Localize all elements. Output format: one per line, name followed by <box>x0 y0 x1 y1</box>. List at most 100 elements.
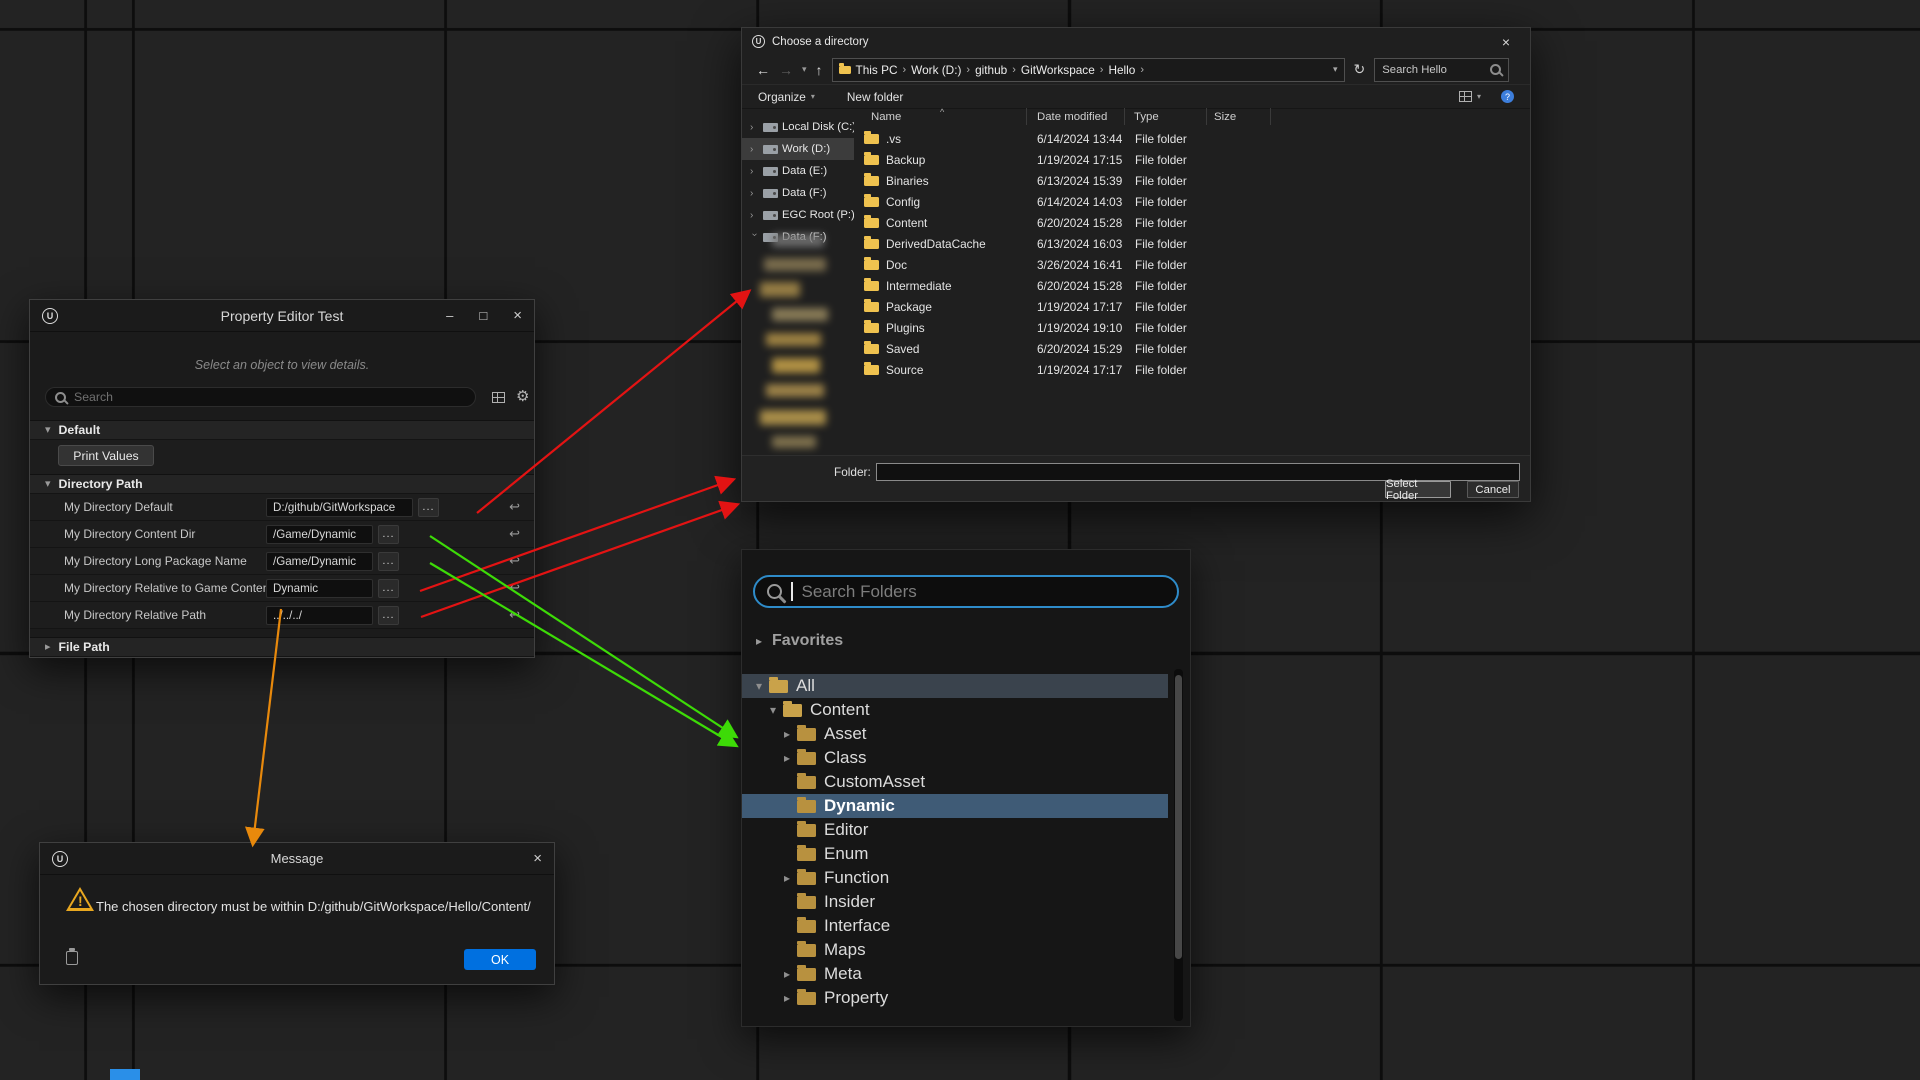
up-icon[interactable]: ↑ <box>816 62 823 78</box>
close-icon[interactable]: × <box>533 850 542 867</box>
collapsed-arrow-icon[interactable]: ▸ <box>756 635 762 647</box>
tree-item-maps[interactable]: Maps <box>742 938 1168 962</box>
favorites-section[interactable]: ▸ Favorites <box>756 632 843 650</box>
close-icon[interactable]: × <box>1492 34 1520 50</box>
browse-ellipsis-button[interactable]: ... <box>378 525 399 544</box>
select-folder-button[interactable]: Select Folder <box>1385 481 1451 498</box>
section-header-directory-path[interactable]: ▾ Directory Path <box>30 474 534 494</box>
collapsed-arrow-icon[interactable]: ▸ <box>780 968 794 980</box>
tree-item-editor[interactable]: Editor <box>742 818 1168 842</box>
sidebar-item-local-disk-c[interactable]: › Local Disk (C:) <box>742 116 854 138</box>
help-icon[interactable]: ? <box>1501 90 1514 103</box>
collapsed-arrow-icon[interactable]: ▸ <box>780 752 794 764</box>
view-mode-icon[interactable] <box>1459 91 1472 102</box>
file-row-plugins[interactable]: Plugins1/19/2024 19:10File folder <box>854 317 1526 338</box>
collapse-chevron-icon[interactable]: › <box>749 233 760 242</box>
value-field[interactable]: Dynamic <box>266 579 373 598</box>
tree-item-customasset[interactable]: CustomAsset <box>742 770 1168 794</box>
column-header-type[interactable]: Type <box>1125 108 1207 125</box>
minimize-icon[interactable]: – <box>446 308 453 323</box>
search-box[interactable]: Search Hello <box>1374 58 1509 82</box>
history-chevron-icon[interactable]: ▾ <box>802 64 807 75</box>
window-titlebar[interactable]: U Message × <box>40 843 554 875</box>
browse-ellipsis-button[interactable]: ... <box>378 579 399 598</box>
address-dropdown-icon[interactable]: ▾ <box>1333 64 1338 75</box>
copy-to-clipboard-icon[interactable] <box>66 951 78 965</box>
view-dropdown-icon[interactable]: ▾ <box>1477 93 1481 101</box>
expand-chevron-icon[interactable]: › <box>750 144 759 155</box>
back-icon[interactable]: ← <box>756 62 770 78</box>
tree-item-asset[interactable]: ▸ Asset <box>742 722 1168 746</box>
reset-to-default-icon[interactable]: ↩ <box>509 607 520 623</box>
breadcrumb-this-pc[interactable]: This PC <box>856 63 898 77</box>
value-field[interactable]: /Game/Dynamic <box>266 525 373 544</box>
settings-gear-icon[interactable]: ⚙ <box>516 387 529 405</box>
breadcrumb-github[interactable]: github <box>975 63 1007 77</box>
file-row-saved[interactable]: Saved6/20/2024 15:29File folder <box>854 338 1526 359</box>
address-bar[interactable]: This PC › Work (D:) › github › GitWorksp… <box>832 58 1345 82</box>
tree-item-dynamic[interactable]: Dynamic <box>742 794 1168 818</box>
forward-icon[interactable]: → <box>779 62 793 78</box>
collapsed-arrow-icon[interactable]: ▸ <box>780 728 794 740</box>
sidebar-item-data-f[interactable]: › Data (F:) <box>742 182 854 204</box>
tree-item-insider[interactable]: Insider <box>742 890 1168 914</box>
window-titlebar[interactable]: U Property Editor Test – □ × <box>30 300 534 332</box>
file-row-binaries[interactable]: Binaries6/13/2024 15:39File folder <box>854 170 1526 191</box>
refresh-icon[interactable]: ↻ <box>1354 61 1366 78</box>
reset-to-default-icon[interactable]: ↩ <box>509 553 520 569</box>
value-field[interactable]: ../../../ <box>266 606 373 625</box>
dialog-titlebar[interactable]: U Choose a directory × <box>742 28 1530 55</box>
section-header-default[interactable]: ▾ Default <box>30 420 534 440</box>
tree-item-class[interactable]: ▸ Class <box>742 746 1168 770</box>
reset-to-default-icon[interactable]: ↩ <box>509 580 520 596</box>
tree-item-function[interactable]: ▸ Function <box>742 866 1168 890</box>
organize-button[interactable]: Organize <box>758 90 806 104</box>
file-row-deriveddatacache[interactable]: DerivedDataCache6/13/2024 16:03File fold… <box>854 233 1526 254</box>
new-folder-button[interactable]: New folder <box>847 90 903 104</box>
scrollbar-thumb[interactable] <box>1175 675 1182 959</box>
value-field[interactable]: /Game/Dynamic <box>266 552 373 571</box>
file-row-package[interactable]: Package1/19/2024 17:17File folder <box>854 296 1526 317</box>
expand-chevron-icon[interactable]: › <box>750 210 759 221</box>
cancel-button[interactable]: Cancel <box>1467 481 1519 498</box>
breadcrumb-hello[interactable]: Hello <box>1108 63 1135 77</box>
expand-chevron-icon[interactable]: › <box>750 166 759 177</box>
search-input[interactable]: Search <box>45 387 476 407</box>
expanded-arrow-icon[interactable]: ▾ <box>766 704 780 716</box>
tree-item-content[interactable]: ▾ Content <box>742 698 1168 722</box>
sidebar-item-work-d[interactable]: › Work (D:) <box>742 138 854 160</box>
value-field[interactable]: D:/github/GitWorkspace <box>266 498 413 517</box>
collapsed-arrow-icon[interactable]: ▸ <box>780 872 794 884</box>
column-header-size[interactable]: Size <box>1207 108 1271 125</box>
browse-ellipsis-button[interactable]: ... <box>378 552 399 571</box>
file-row-source[interactable]: Source1/19/2024 17:17File folder <box>854 359 1526 380</box>
file-row-backup[interactable]: Backup1/19/2024 17:15File folder <box>854 149 1526 170</box>
reset-to-default-icon[interactable]: ↩ <box>509 499 520 515</box>
expanded-arrow-icon[interactable]: ▾ <box>752 680 766 692</box>
reset-to-default-icon[interactable]: ↩ <box>509 526 520 542</box>
expand-chevron-icon[interactable]: › <box>750 122 759 133</box>
scrollbar-track[interactable] <box>1174 669 1183 1021</box>
file-row-doc[interactable]: Doc3/26/2024 16:41File folder <box>854 254 1526 275</box>
sidebar-item-egc-root-p[interactable]: › EGC Root (P:) <box>742 204 854 226</box>
browse-ellipsis-button[interactable]: ... <box>378 606 399 625</box>
tree-item-enum[interactable]: Enum <box>742 842 1168 866</box>
file-row-content[interactable]: Content6/20/2024 15:28File folder <box>854 212 1526 233</box>
column-header-date[interactable]: Date modified <box>1027 108 1125 125</box>
sidebar-item-data-e[interactable]: › Data (E:) <box>742 160 854 182</box>
column-header-name[interactable]: Name ^ <box>854 108 1027 125</box>
ok-button[interactable]: OK <box>464 949 536 970</box>
breadcrumb-work-d[interactable]: Work (D:) <box>911 63 961 77</box>
search-folders-input[interactable]: Search Folders <box>753 575 1179 608</box>
file-row-vs[interactable]: .vs6/14/2024 13:44File folder <box>854 128 1526 149</box>
expand-chevron-icon[interactable]: › <box>750 188 759 199</box>
maximize-icon[interactable]: □ <box>479 308 487 323</box>
tree-item-interface[interactable]: Interface <box>742 914 1168 938</box>
tree-item-all[interactable]: ▾ All <box>742 674 1168 698</box>
tree-item-property[interactable]: ▸ Property <box>742 986 1168 1010</box>
breadcrumb-gitworkspace[interactable]: GitWorkspace <box>1021 63 1095 77</box>
browse-ellipsis-button[interactable]: ... <box>418 498 439 517</box>
close-icon[interactable]: × <box>513 307 522 324</box>
tree-item-meta[interactable]: ▸ Meta <box>742 962 1168 986</box>
file-row-config[interactable]: Config6/14/2024 14:03File folder <box>854 191 1526 212</box>
